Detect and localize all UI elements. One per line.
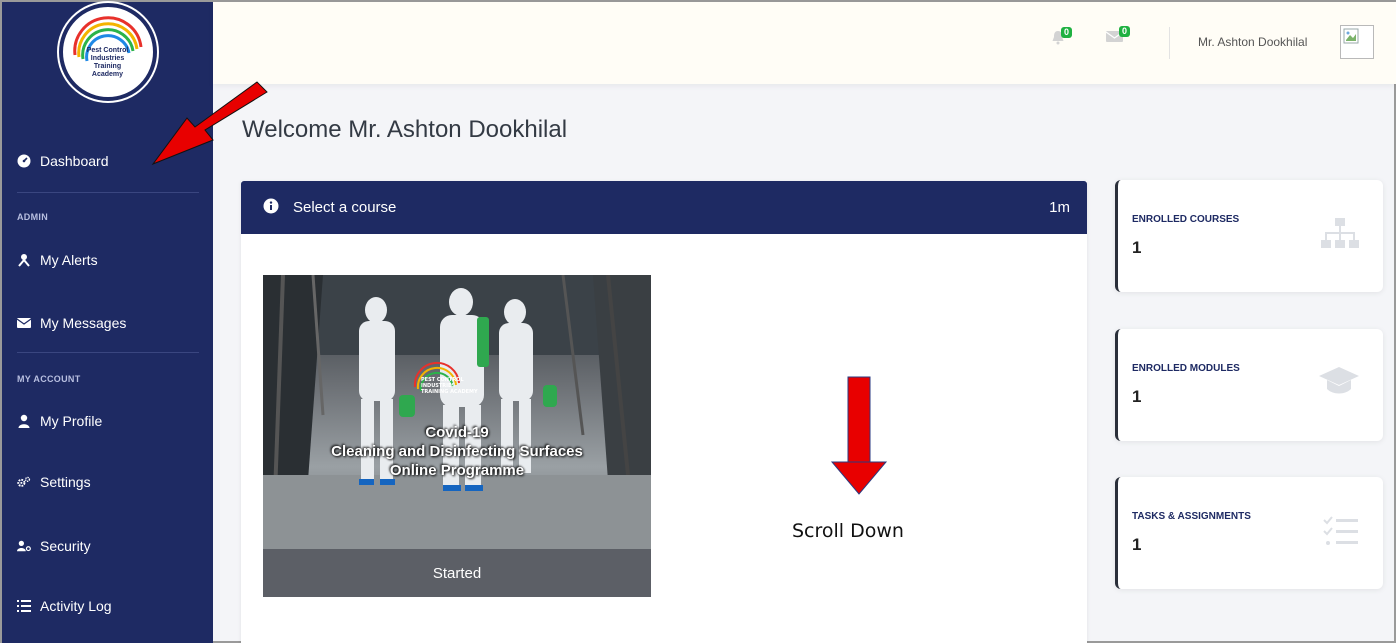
sidebar-item-my-profile[interactable]: My Profile bbox=[2, 406, 213, 436]
svg-text:TRAINING ACADEMY: TRAINING ACADEMY bbox=[421, 389, 478, 395]
sidebar-item-settings[interactable]: Settings bbox=[2, 467, 213, 497]
annotation-arrow-dashboard bbox=[151, 81, 268, 166]
course-image: PEST CONTROL INDUSTRIES TRAINING ACADEMY… bbox=[263, 275, 651, 549]
page-title: Welcome Mr. Ashton Dookhilal bbox=[242, 116, 568, 143]
info-icon bbox=[263, 198, 279, 218]
course-panel: Select a course 1m PEST CONTROL INDUSTRI… bbox=[241, 181, 1087, 643]
sidebar-item-label: My Alerts bbox=[40, 252, 98, 268]
alerts-count-badge: 0 bbox=[1061, 27, 1073, 38]
panel-time: 1m bbox=[1049, 199, 1070, 216]
stat-card-tasks-assignments[interactable]: TASKS & ASSIGNMENTS 1 bbox=[1115, 477, 1383, 589]
broken-image-icon bbox=[1343, 28, 1359, 44]
section-label-admin: ADMIN bbox=[17, 212, 48, 222]
user-icon bbox=[17, 414, 31, 428]
course-status-bar[interactable]: Started bbox=[263, 549, 651, 597]
sidebar-item-my-alerts[interactable]: My Alerts bbox=[2, 245, 213, 275]
top-bar: 0 0 Mr. Ashton Dookhilal bbox=[213, 2, 1396, 84]
sidebar-item-my-messages[interactable]: My Messages bbox=[2, 308, 213, 338]
messages-count-badge: 0 bbox=[1119, 26, 1131, 37]
sitemap-icon bbox=[1321, 218, 1359, 255]
topbar-divider bbox=[1169, 27, 1170, 59]
course-panel-header: Select a course 1m bbox=[241, 181, 1087, 234]
stat-card-enrolled-modules[interactable]: ENROLLED MODULES 1 bbox=[1115, 329, 1383, 441]
stat-label: TASKS & ASSIGNMENTS bbox=[1132, 511, 1251, 522]
dashboard-icon bbox=[17, 154, 31, 168]
list-icon bbox=[17, 599, 31, 613]
graduation-cap-icon bbox=[1319, 367, 1359, 400]
section-label-my-account: MY ACCOUNT bbox=[17, 374, 81, 384]
stat-label: ENROLLED COURSES bbox=[1132, 214, 1240, 225]
sidebar-divider bbox=[17, 352, 199, 353]
alerts-button[interactable]: 0 bbox=[1051, 27, 1073, 45]
stat-value: 1 bbox=[1132, 387, 1142, 406]
avatar[interactable] bbox=[1340, 25, 1374, 59]
gears-icon bbox=[17, 475, 31, 489]
envelope-icon bbox=[17, 316, 31, 330]
course-title: Covid-19 Cleaning and Disinfecting Surfa… bbox=[331, 424, 583, 479]
sidebar-item-label: My Profile bbox=[40, 413, 103, 429]
sidebar-item-label: Security bbox=[40, 538, 91, 554]
stat-label: ENROLLED MODULES bbox=[1132, 363, 1240, 374]
sidebar-divider bbox=[17, 192, 199, 193]
messages-button[interactable]: 0 bbox=[1106, 26, 1131, 43]
stat-value: 1 bbox=[1132, 238, 1142, 257]
user-lock-icon bbox=[17, 539, 31, 553]
sidebar-item-label: My Messages bbox=[40, 315, 127, 331]
brand-logo[interactable]: Pest Control Industries Training Academy bbox=[58, 3, 157, 101]
logo-text: Pest Control Industries Training Academy bbox=[86, 47, 129, 78]
course-card[interactable]: PEST CONTROL INDUSTRIES TRAINING ACADEMY… bbox=[263, 275, 651, 597]
task-list-icon bbox=[1323, 515, 1359, 552]
sidebar-item-label: Activity Log bbox=[40, 598, 112, 614]
stat-card-enrolled-courses[interactable]: ENROLLED COURSES 1 bbox=[1115, 180, 1383, 292]
sidebar-item-activity-log[interactable]: Activity Log bbox=[2, 591, 213, 621]
sidebar-item-label: Dashboard bbox=[40, 153, 109, 169]
panel-title: Select a course bbox=[293, 199, 397, 216]
sidebar-item-label: Settings bbox=[40, 474, 91, 490]
user-menu[interactable]: Mr. Ashton Dookhilal bbox=[1198, 35, 1307, 49]
stat-value: 1 bbox=[1132, 535, 1142, 554]
alert-icon bbox=[17, 253, 31, 267]
annotation-arrow-scroll-down bbox=[830, 376, 888, 495]
sidebar-item-security[interactable]: Security bbox=[2, 531, 213, 561]
annotation-scroll-down: Scroll Down bbox=[792, 520, 904, 542]
